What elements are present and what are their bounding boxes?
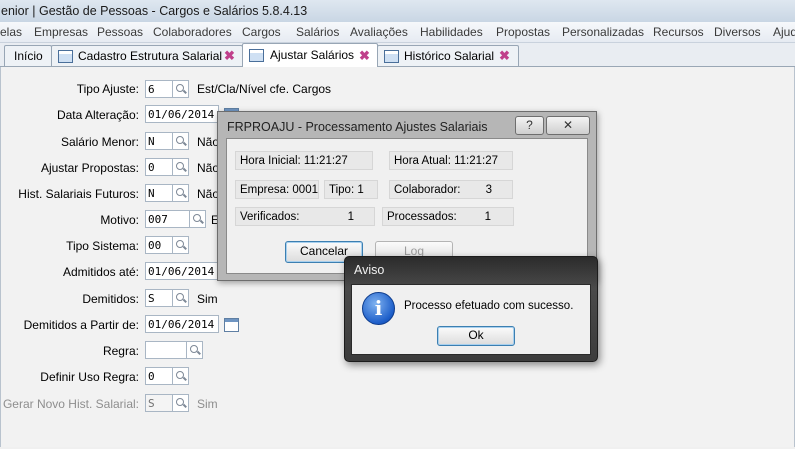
- search-icon[interactable]: [173, 184, 189, 202]
- salario-menor-description: Não: [197, 135, 220, 149]
- tab-label: Cadastro Estrutura Salarial: [78, 49, 223, 63]
- data-alteracao-field[interactable]: 01/06/2014: [145, 105, 219, 123]
- tab-label: Ajustar Salários: [270, 48, 355, 62]
- verificados-label: Verificados:: [240, 211, 300, 223]
- menu-avaliacoes[interactable]: Avaliações: [350, 25, 408, 39]
- ajustar-propostas-description: Não: [197, 161, 220, 175]
- data-alteracao-label: Data Alteração:: [56, 108, 139, 122]
- search-icon[interactable]: [173, 367, 189, 385]
- tipo-sistema-field[interactable]: 00: [145, 236, 173, 254]
- demitidos-description: Sim: [197, 292, 218, 306]
- tab-ajustar-salarios[interactable]: Ajustar Salários ✖: [242, 43, 378, 67]
- motivo-label: Motivo:: [100, 213, 139, 227]
- tab-label: Início: [14, 49, 43, 63]
- motivo-field[interactable]: 007: [145, 210, 190, 228]
- search-icon[interactable]: [187, 341, 203, 359]
- regra-label: Regra:: [102, 344, 139, 358]
- window-icon: [384, 50, 399, 63]
- window-icon: [58, 50, 73, 63]
- tipo-sistema-label: Tipo Sistema:: [66, 239, 139, 253]
- demitidos-a-partir-field[interactable]: 01/06/2014: [145, 315, 219, 333]
- demitidos-field[interactable]: S: [145, 289, 173, 307]
- ok-button[interactable]: Ok: [437, 326, 515, 346]
- close-button[interactable]: ✕: [546, 116, 590, 135]
- menu-cargos[interactable]: Cargos: [242, 25, 281, 39]
- menu-empresas[interactable]: Empresas: [34, 25, 88, 39]
- verificados-value: 1: [347, 211, 354, 223]
- search-icon[interactable]: [190, 210, 206, 228]
- cancel-label: Cancelar: [299, 244, 349, 258]
- empresa-panel: Empresa: 0001: [235, 180, 319, 199]
- tab-historico-salarial[interactable]: Histórico Salarial ✖: [377, 45, 519, 66]
- search-icon: [173, 394, 189, 412]
- menu-ajuda[interactable]: Ajud: [773, 25, 795, 39]
- tipo-ajuste-label: Tipo Ajuste:: [76, 82, 139, 96]
- admitidos-ate-field[interactable]: 01/06/2014: [145, 262, 219, 280]
- close-icon[interactable]: ✖: [224, 46, 235, 66]
- colaborador-label: Colaborador:: [394, 184, 461, 196]
- colaborador-value: 3: [485, 184, 492, 196]
- colaborador-panel: Colaborador: 3: [389, 180, 513, 199]
- dialog-body: i Processo efetuado com sucesso. Ok: [351, 284, 591, 355]
- search-icon[interactable]: [173, 158, 189, 176]
- dialog-body: Hora Inicial: 11:21:27 Hora Atual: 11:21…: [226, 138, 588, 274]
- window-title: enior | Gestão de Pessoas - Cargos e Sal…: [1, 4, 308, 18]
- ajustar-propostas-field[interactable]: 0: [145, 158, 173, 176]
- calendar-icon[interactable]: [224, 318, 239, 332]
- hist-salariais-futuros-description: Não: [197, 187, 220, 201]
- info-icon: i: [362, 292, 395, 325]
- hist-salariais-futuros-label: Hist. Salariais Futuros:: [18, 187, 139, 201]
- verificados-panel: Verificados: 1: [235, 207, 375, 226]
- tipo-ajuste-field[interactable]: 6: [145, 80, 173, 98]
- ok-label: Ok: [468, 328, 484, 342]
- gerar-novo-hist-field: S: [145, 394, 173, 412]
- menu-salarios[interactable]: Salários: [296, 25, 339, 39]
- definir-uso-regra-field[interactable]: 0: [145, 367, 173, 385]
- window-icon: [249, 49, 264, 62]
- salario-menor-label: Salário Menor:: [60, 135, 139, 149]
- dialog-title: FRPROAJU - Processamento Ajustes Salaria…: [227, 120, 488, 134]
- search-icon[interactable]: [173, 289, 189, 307]
- processados-value: 1: [484, 211, 491, 223]
- close-icon[interactable]: ✖: [359, 45, 370, 67]
- gerar-novo-hist-label: Gerar Novo Hist. Salarial:: [2, 397, 139, 411]
- menu-personalizadas[interactable]: Personalizadas: [562, 25, 644, 39]
- processados-label: Processados:: [387, 211, 457, 223]
- gerar-novo-hist-description: Sim: [197, 397, 218, 411]
- processados-panel: Processados: 1: [382, 207, 514, 226]
- search-icon[interactable]: [173, 236, 189, 254]
- menu-tabelas[interactable]: elas: [0, 25, 22, 39]
- menu-pessoas[interactable]: Pessoas: [97, 25, 143, 39]
- tab-cadastro-estrutura-salarial[interactable]: Cadastro Estrutura Salarial ✖: [51, 45, 243, 66]
- menu-diversos[interactable]: Diversos: [714, 25, 761, 39]
- tipo-panel: Tipo: 1: [324, 180, 378, 199]
- close-icon[interactable]: ✖: [499, 46, 510, 66]
- alert-message: Processo efetuado com sucesso.: [404, 300, 574, 312]
- menu-propostas[interactable]: Propostas: [496, 25, 550, 39]
- help-button[interactable]: ?: [515, 116, 544, 135]
- ajustar-propostas-label: Ajustar Propostas:: [40, 161, 139, 175]
- hist-salariais-futuros-field[interactable]: N: [145, 184, 173, 202]
- tab-inicio[interactable]: Início: [4, 45, 52, 66]
- salario-menor-field[interactable]: N: [145, 132, 173, 150]
- dialog-title: Aviso: [354, 263, 385, 277]
- tab-strip: Início Cadastro Estrutura Salarial ✖ Aju…: [0, 43, 795, 67]
- window-title-bar: enior | Gestão de Pessoas - Cargos e Sal…: [0, 0, 795, 22]
- tipo-ajuste-description: Est/Cla/Nível cfe. Cargos: [197, 82, 332, 96]
- demitidos-a-partir-label: Demitidos a Partir de:: [23, 318, 139, 332]
- regra-field[interactable]: [145, 341, 187, 359]
- hora-inicial-panel: Hora Inicial: 11:21:27: [235, 151, 373, 170]
- admitidos-ate-label: Admitidos até:: [62, 265, 139, 279]
- menu-colaboradores[interactable]: Colaboradores: [153, 25, 232, 39]
- search-icon[interactable]: [173, 80, 189, 98]
- search-icon[interactable]: [173, 132, 189, 150]
- definir-uso-regra-label: Definir Uso Regra:: [40, 370, 139, 384]
- menu-bar: elas Empresas Pessoas Colaboradores Carg…: [0, 22, 795, 43]
- tab-label: Histórico Salarial: [404, 49, 495, 63]
- aviso-dialog: Aviso i Processo efetuado com sucesso. O…: [344, 256, 598, 362]
- hora-atual-panel: Hora Atual: 11:21:27: [389, 151, 513, 170]
- menu-recursos[interactable]: Recursos: [653, 25, 704, 39]
- demitidos-label: Demitidos:: [82, 292, 139, 306]
- menu-habilidades[interactable]: Habilidades: [420, 25, 483, 39]
